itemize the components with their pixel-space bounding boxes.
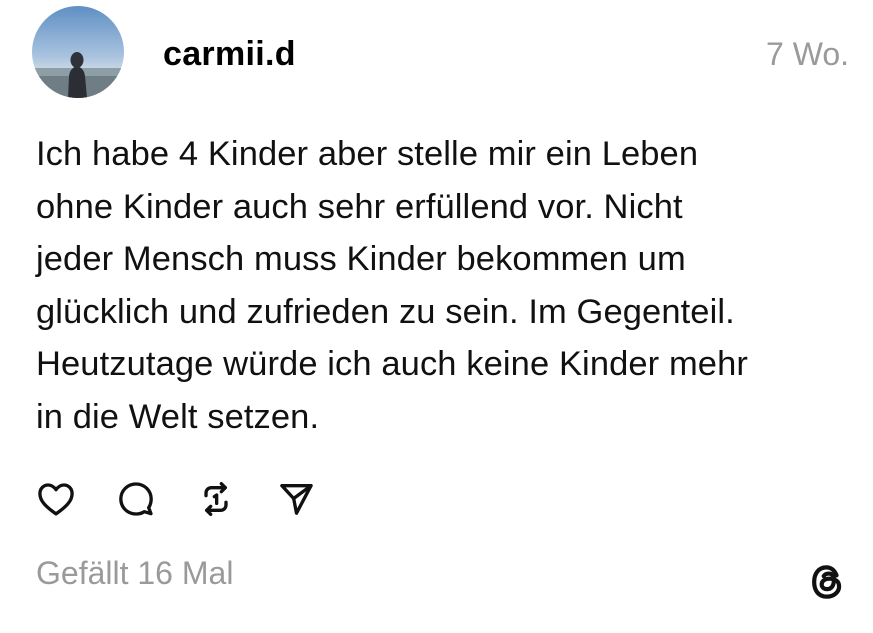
action-bar (34, 477, 354, 521)
threads-post: carmii.d 7 Wo. Ich habe 4 Kinder aber st… (0, 0, 873, 633)
threads-logo-icon[interactable] (805, 560, 849, 604)
avatar-image (32, 6, 124, 98)
avatar[interactable] (32, 6, 124, 98)
repost-button[interactable] (194, 477, 238, 521)
username[interactable]: carmii.d (163, 34, 296, 74)
post-timestamp: 7 Wo. (766, 36, 849, 72)
post-text: Ich habe 4 Kinder aber stelle mir ein Le… (36, 135, 748, 436)
threads-logo-glyph (812, 565, 842, 599)
comment-button[interactable] (114, 477, 158, 521)
like-count[interactable]: Gefällt 16 Mal (36, 553, 233, 593)
share-button[interactable] (274, 477, 318, 521)
repost-icon (204, 482, 228, 516)
comment-bubble-icon (119, 482, 153, 516)
like-button[interactable] (34, 477, 78, 521)
heart-icon (38, 483, 74, 516)
send-icon (280, 484, 313, 515)
